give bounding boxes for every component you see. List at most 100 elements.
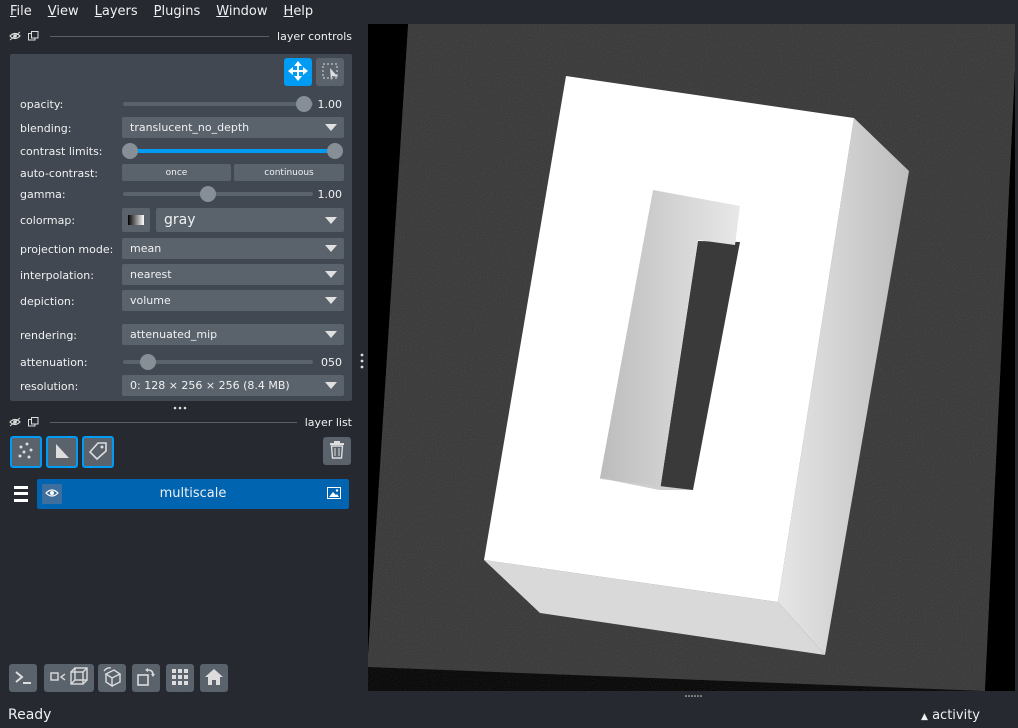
hide-dock-icon[interactable] [8, 29, 22, 43]
resolution-dropdown[interactable]: 0: 128 × 256 × 256 (8.4 MB) [122, 375, 344, 396]
menu-layers[interactable]: Layers [87, 4, 146, 19]
rendering-dropdown[interactable]: attenuated_mip [122, 324, 344, 345]
volume-rendering [368, 24, 1015, 691]
reset-view-button[interactable] [200, 664, 228, 692]
colormap-value: gray [164, 212, 196, 228]
auto-contrast-once-button[interactable]: once [122, 164, 231, 181]
blending-row: blending: translucent_no_depth [10, 117, 352, 139]
colormap-gradient-icon [128, 215, 144, 225]
move-arrows-icon [287, 60, 309, 85]
colormap-row: colormap: gray [10, 208, 352, 232]
2d-3d-toggle-icon [47, 666, 91, 691]
gamma-slider-track[interactable] [123, 192, 313, 196]
projection-mode-label: projection mode: [20, 242, 114, 256]
colormap-label: colormap: [20, 213, 76, 227]
projection-mode-value: mean [130, 242, 162, 255]
menu-plugins[interactable]: Plugins [146, 4, 209, 19]
depiction-label: depiction: [20, 294, 75, 308]
custom-colormap-button[interactable] [122, 208, 150, 232]
contrast-min-handle[interactable] [122, 143, 138, 159]
chevron-down-icon [325, 382, 337, 389]
chevron-down-icon [325, 245, 337, 252]
resolution-label: resolution: [20, 379, 79, 393]
menu-help[interactable]: Help [276, 4, 322, 19]
layer-drag-handle-icon[interactable] [12, 481, 30, 507]
cube-rotate-icon [101, 666, 123, 691]
gamma-label: gamma: [20, 187, 66, 201]
viewer-canvas[interactable] [368, 24, 1015, 691]
layer-name: multiscale [159, 486, 227, 501]
ndisplay-toggle-button[interactable] [44, 664, 94, 692]
projection-mode-row: projection mode: mean [10, 238, 352, 260]
grid-icon [170, 667, 190, 690]
chevron-down-icon [325, 217, 337, 224]
opacity-label: opacity: [20, 97, 64, 111]
blending-value: translucent_no_depth [130, 121, 250, 134]
dock-splitter-handle[interactable] [170, 402, 190, 410]
canvas-resize-handle[interactable] [684, 689, 702, 697]
attenuation-value: 050 [321, 355, 342, 369]
menu-window[interactable]: Window [208, 4, 275, 19]
pan-zoom-button[interactable] [284, 58, 312, 86]
layer-list-titlebar: layer list [8, 413, 352, 431]
rendering-row: rendering: attenuated_mip [10, 324, 352, 346]
new-shapes-layer-button[interactable] [46, 436, 78, 468]
console-button[interactable] [9, 664, 37, 692]
activity-toggle[interactable]: ▲ activity [921, 708, 980, 723]
menu-file[interactable]: File [2, 4, 40, 19]
attenuation-slider-handle[interactable] [140, 354, 156, 370]
interpolation-label: interpolation: [20, 268, 94, 282]
layer-list-title: layer list [304, 415, 352, 429]
depiction-dropdown[interactable]: volume [122, 290, 344, 311]
grid-view-button[interactable] [166, 664, 194, 692]
float-dock-icon[interactable] [26, 415, 40, 429]
hide-dock-icon[interactable] [8, 415, 22, 429]
contrast-limits-range[interactable] [130, 149, 336, 153]
auto-contrast-label: auto-contrast: [20, 166, 99, 180]
projection-mode-dropdown[interactable]: mean [122, 238, 344, 259]
interpolation-dropdown[interactable]: nearest [122, 264, 344, 285]
chevron-down-icon [325, 297, 337, 304]
resolution-value: 0: 128 × 256 × 256 (8.4 MB) [130, 379, 290, 392]
auto-contrast-continuous-button[interactable]: continuous [234, 164, 344, 181]
transpose-button[interactable] [132, 664, 160, 692]
menu-view[interactable]: View [40, 4, 87, 19]
opacity-slider-handle[interactable] [296, 96, 312, 112]
resolution-row: resolution: 0: 128 × 256 × 256 (8.4 MB) [10, 375, 352, 397]
status-message: Ready [8, 707, 52, 723]
depiction-value: volume [130, 294, 171, 307]
blending-dropdown[interactable]: translucent_no_depth [122, 117, 344, 138]
home-icon [204, 667, 224, 690]
rendering-value: attenuated_mip [130, 328, 218, 341]
attenuation-label: attenuation: [20, 355, 88, 369]
chevron-down-icon [325, 331, 337, 338]
dock-resize-handle[interactable] [359, 352, 365, 372]
caret-up-icon: ▲ [921, 711, 928, 722]
delete-layer-button[interactable] [323, 437, 351, 465]
status-bar: Ready ▲ activity [0, 702, 1018, 728]
terminal-icon [13, 668, 33, 689]
auto-contrast-row: auto-contrast: once continuous [10, 162, 352, 184]
attenuation-row: attenuation: 050 [10, 351, 352, 373]
activity-label: activity [932, 707, 980, 723]
new-points-layer-button[interactable] [10, 436, 42, 468]
layer-controls-titlebar: layer controls [8, 27, 352, 45]
chevron-down-icon [325, 124, 337, 131]
contrast-limits-row: contrast limits: [10, 140, 352, 162]
layer-list-item[interactable]: multiscale [37, 479, 349, 509]
new-labels-layer-button[interactable] [82, 436, 114, 468]
rendering-label: rendering: [20, 328, 78, 342]
layer-controls-title: layer controls [277, 29, 352, 43]
colormap-dropdown[interactable]: gray [156, 208, 344, 232]
opacity-slider-track[interactable] [123, 102, 313, 106]
chevron-down-icon [325, 271, 337, 278]
interpolation-row: interpolation: nearest [10, 264, 352, 286]
opacity-row: opacity: 1.00 [10, 93, 352, 115]
label-tag-icon [88, 441, 108, 464]
roll-dimensions-button[interactable] [98, 664, 126, 692]
contrast-max-handle[interactable] [327, 143, 343, 159]
gamma-slider-handle[interactable] [200, 186, 216, 202]
transform-button[interactable] [316, 58, 344, 86]
gamma-row: gamma: 1.00 [10, 183, 352, 205]
float-dock-icon[interactable] [26, 29, 40, 43]
